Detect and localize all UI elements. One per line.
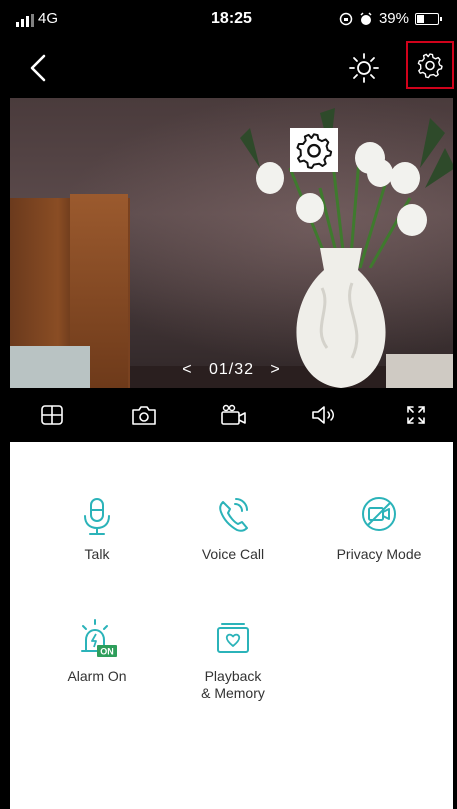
alarm-button[interactable]: ON Alarm On [32,618,162,685]
talk-button[interactable]: Talk [32,496,162,563]
microphone-icon [84,498,110,535]
nav-bar [10,38,454,98]
layout-grid-button[interactable] [38,402,66,428]
video-scene-flowers [240,108,453,268]
battery-percent: 39% [378,10,409,27]
next-camera-button[interactable]: > [270,361,280,379]
app-screen: 4G 18:25 39% < 01/32 > Talk Voice Call P… [0,0,457,809]
camera-off-icon [362,497,396,531]
phone-call-icon [219,498,248,532]
sun-icon [349,53,379,83]
snapshot-button[interactable] [130,402,158,428]
playback-memory-button[interactable]: Playback & Memory [168,618,298,702]
rotation-lock-icon [339,12,353,25]
chevron-left-icon [30,54,46,82]
voice-call-button[interactable]: Voice Call [168,496,298,563]
settings-button[interactable] [406,41,454,89]
playback-memory-icon [217,623,249,653]
camera-video-feed[interactable]: < 01/32 > [10,98,453,388]
fullscreen-button[interactable] [402,402,430,428]
sound-button[interactable] [310,402,338,428]
alarm-clock-icon [360,11,372,25]
previous-camera-button[interactable]: < [182,361,192,379]
status-right: 39% [339,10,442,27]
status-bar: 4G 18:25 39% [10,0,453,38]
talk-label: Talk [84,546,110,562]
camera-counter: < 01/32 > [10,361,453,379]
video-camera-icon [221,404,246,425]
alarm-on-label: Alarm On [67,668,127,684]
privacy-mode-button[interactable]: Privacy Mode [314,496,444,563]
voice-call-label: Voice Call [201,546,265,562]
record-button[interactable] [220,402,248,428]
camera-icon [132,406,156,425]
alarm-light-icon: ON [81,619,117,657]
battery-icon [415,12,442,25]
back-button[interactable] [24,52,54,84]
video-settings-overlay[interactable] [290,128,338,172]
brightness-button[interactable] [348,52,380,84]
grid-icon [41,405,63,425]
gear-icon [296,133,333,169]
left-border [0,0,10,809]
gear-icon [417,53,443,79]
privacy-mode-label: Privacy Mode [336,546,422,562]
camera-index: 01/32 [208,361,255,378]
alarm-on-badge: ON [100,647,114,657]
video-control-bar [10,388,453,442]
fullscreen-icon [407,406,425,424]
playback-memory-label: Playback & Memory [201,668,265,701]
right-border [453,0,457,809]
speaker-icon [312,406,334,424]
